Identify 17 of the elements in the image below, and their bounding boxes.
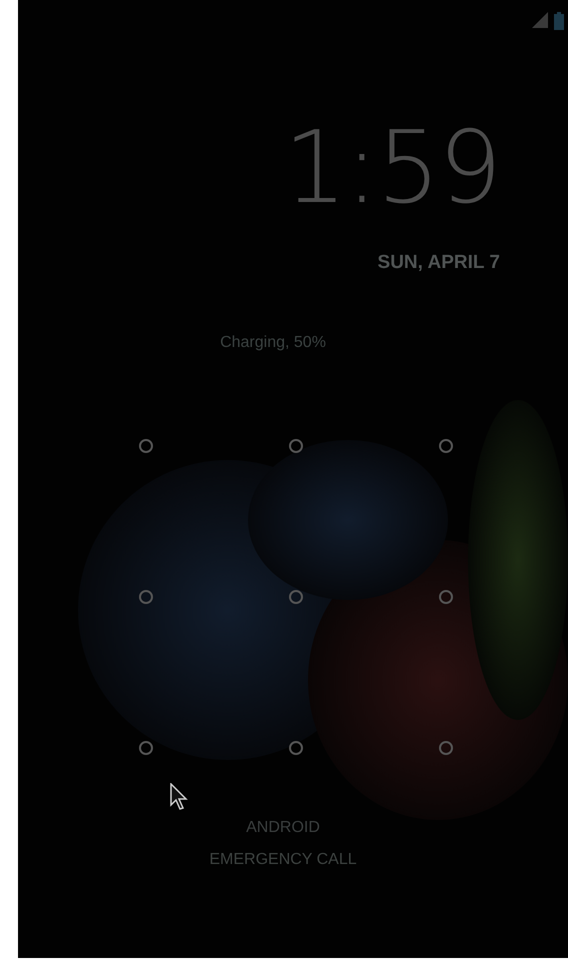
pattern-dot[interactable] [139, 740, 153, 754]
pattern-dot[interactable] [439, 438, 453, 452]
charging-status: Charging, 50% [220, 334, 326, 352]
clock-date: SUN, APRIL 7 [378, 252, 500, 274]
battery-icon [554, 12, 564, 30]
clock-time: 1:59 [283, 118, 500, 218]
mouse-pointer-icon [170, 783, 190, 811]
emergency-call-button[interactable]: EMERGENCY CALL [205, 847, 361, 873]
pattern-dot[interactable] [439, 590, 453, 604]
pattern-dot[interactable] [289, 438, 303, 452]
pattern-dot[interactable] [289, 590, 303, 604]
pattern-dot[interactable] [439, 740, 453, 754]
pattern-dot[interactable] [289, 740, 303, 754]
signal-icon [532, 12, 548, 28]
pattern-dot[interactable] [139, 438, 153, 452]
pattern-dot[interactable] [139, 590, 153, 604]
carrier-label: ANDROID [246, 819, 320, 837]
